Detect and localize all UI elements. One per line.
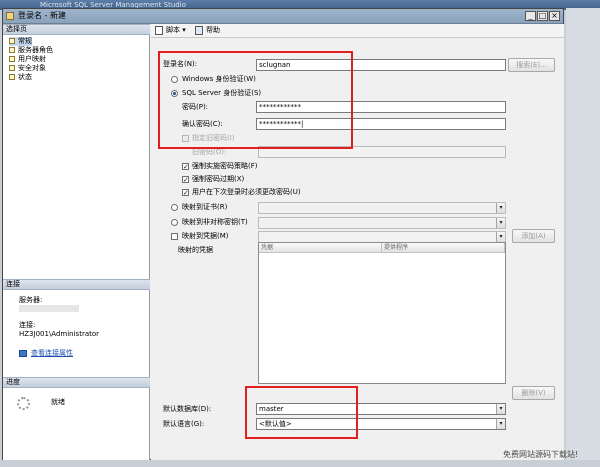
page-item-user-mapping[interactable]: 用户映射	[9, 55, 46, 64]
chevron-down-icon: ▾	[180, 26, 186, 34]
progress-header: 进度	[3, 377, 150, 388]
watermark-subtitle: 免费网站源码下载站!	[503, 450, 579, 459]
help-icon	[195, 26, 203, 35]
enforce-expiration-checkbox[interactable]: ✓	[182, 176, 189, 184]
asym-key-mapped-label: 映射到非对称密钥(T)	[182, 218, 248, 226]
page-item-label: 用户映射	[18, 55, 46, 63]
page-item-label: 服务器角色	[18, 46, 53, 54]
connection-label: 连接:	[19, 321, 36, 329]
enforce-policy-label: 强制实施密码策略(F)	[192, 162, 258, 170]
certificate-select[interactable]: ▾	[258, 202, 506, 214]
search-button[interactable]: 搜索(E)...	[508, 58, 555, 72]
mapped-credentials-grid[interactable]: 凭据 提供程序	[258, 242, 506, 384]
page-item-securables[interactable]: 安全对象	[9, 64, 46, 73]
select-page-header: 选择页	[3, 24, 150, 35]
progress-status: 就绪	[51, 398, 65, 406]
background-app-strip	[566, 8, 600, 460]
page-icon	[9, 56, 15, 62]
must-change-checkbox[interactable]: ✓	[182, 189, 189, 197]
chevron-down-icon: ▾	[496, 203, 505, 213]
grid-column-provider[interactable]: 提供程序	[382, 243, 505, 253]
default-database-label: 默认数据库(D):	[163, 405, 212, 413]
dialog-title-bar[interactable]: 登录名 - 新建 _ □ ×	[3, 9, 563, 24]
server-value	[19, 305, 79, 312]
dialog-title: 登录名 - 新建	[18, 11, 66, 20]
script-label: 脚本	[166, 26, 180, 34]
page-item-general[interactable]: 常规	[9, 37, 32, 46]
enforce-policy-checkbox[interactable]: ✓	[182, 163, 189, 171]
cert-mapped-label: 映射到证书(R)	[182, 203, 228, 211]
login-icon	[6, 12, 14, 20]
chevron-down-icon: ▾	[496, 404, 505, 414]
close-button[interactable]: ×	[549, 11, 560, 21]
remove-credential-button[interactable]: 删除(V)	[512, 386, 555, 400]
page-item-server-roles[interactable]: 服务器角色	[9, 46, 53, 55]
mapped-credentials-label: 映射的凭据	[178, 246, 213, 254]
page-item-label: 状态	[18, 73, 32, 81]
default-language-label: 默认语言(G):	[163, 420, 205, 428]
enforce-expiration-label: 强制密码过期(X)	[192, 175, 245, 183]
maximize-button[interactable]: □	[537, 11, 548, 21]
login-new-dialog: 登录名 - 新建 _ □ × 选择页 常规 服务器角色 用户映射 安全对象 状态…	[2, 8, 564, 460]
left-pane: 选择页 常规 服务器角色 用户映射 安全对象 状态 连接 服务器: 连接: HZ…	[3, 24, 150, 460]
must-change-label: 用户在下次登录时必须更改密码(U)	[192, 188, 301, 196]
page-item-label: 常规	[18, 37, 32, 45]
connection-value: HZ3J001\Administrator	[19, 330, 100, 338]
script-button[interactable]: 脚本 ▾	[155, 26, 186, 35]
right-pane: 脚本 ▾ 帮助 登录名(N): sclugnan 搜索(E)... Window…	[151, 24, 564, 460]
credential-mapped-label: 映射到凭据(M)	[182, 232, 229, 240]
connection-header: 连接	[3, 279, 150, 290]
help-button[interactable]: 帮助	[195, 26, 220, 35]
asym-key-select[interactable]: ▾	[258, 217, 506, 229]
add-credential-button[interactable]: 添加(A)	[512, 229, 555, 243]
asym-key-mapped-radio[interactable]	[171, 219, 178, 226]
page-item-status[interactable]: 状态	[9, 73, 32, 82]
toolbar: 脚本 ▾ 帮助	[151, 24, 564, 38]
view-connection-properties-link[interactable]: 查看连接属性	[19, 349, 73, 358]
page-icon	[9, 38, 15, 44]
cert-mapped-radio[interactable]	[171, 204, 178, 211]
chevron-down-icon: ▾	[496, 419, 505, 429]
highlight-box-defaults	[245, 386, 358, 439]
page-icon	[9, 74, 15, 80]
page-item-label: 安全对象	[18, 64, 46, 72]
grid-column-credential[interactable]: 凭据	[259, 243, 382, 253]
progress-spinner-icon	[17, 397, 30, 410]
view-connection-link-label: 查看连接属性	[31, 349, 73, 357]
old-password-label: 旧密码(O):	[192, 148, 227, 156]
script-icon	[155, 26, 163, 35]
highlight-box-credentials	[158, 51, 353, 149]
server-label: 服务器:	[19, 296, 43, 304]
minimize-button[interactable]: _	[525, 11, 536, 21]
page-icon	[9, 65, 15, 71]
connection-properties-icon	[19, 350, 27, 357]
page-icon	[9, 47, 15, 53]
credential-mapped-checkbox[interactable]	[171, 233, 178, 240]
help-label: 帮助	[206, 26, 220, 34]
chevron-down-icon: ▾	[496, 218, 505, 228]
chevron-down-icon: ▾	[496, 232, 505, 242]
